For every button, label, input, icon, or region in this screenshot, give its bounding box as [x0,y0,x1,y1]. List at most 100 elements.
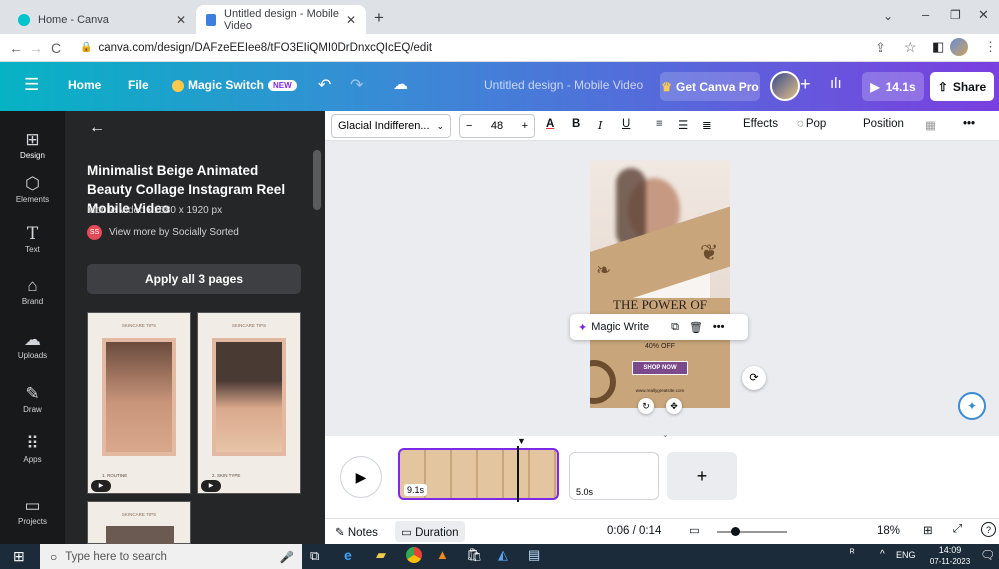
store-icon[interactable]: 🛍 [466,547,483,563]
move-handle-icon[interactable]: ✥ [666,398,682,414]
magic-switch-menu[interactable]: Magic Switch NEW [172,78,297,92]
back-icon[interactable]: ← [6,40,26,56]
design-cta[interactable]: SHOP NOW [632,361,688,375]
new-tab-icon[interactable]: + [374,8,384,28]
vlc-icon[interactable]: ▲ [436,547,449,562]
tray-chevron-icon[interactable]: ^ [880,549,885,560]
close-window-icon[interactable]: ✕ [978,7,989,23]
underline-icon[interactable]: U [622,118,630,130]
rail-item-projects[interactable]: ▭ Projects [0,495,65,526]
tab-search-icon[interactable]: ⌄ [883,9,893,23]
file-explorer-icon[interactable]: ▰ [376,547,386,563]
restore-icon[interactable]: ❐ [950,8,961,22]
zoom-slider-thumb[interactable] [731,527,740,536]
italic-icon[interactable]: I [598,118,603,132]
text-color-icon[interactable]: A [546,118,554,130]
increase-size-icon[interactable]: + [522,120,528,132]
decrease-size-icon[interactable]: − [466,120,472,132]
grid-view-icon[interactable]: ⊞ [923,523,933,537]
tab-home-canva[interactable]: Home - Canva ✕ [8,5,196,34]
template-page-thumb-3[interactable]: SKINCARE TIPS [87,501,191,545]
zoom-level[interactable]: 18% [877,525,900,537]
spacing-icon[interactable]: ≣ [702,118,712,132]
font-size-stepper[interactable]: − 48 + [459,114,535,138]
trash-icon[interactable]: 🗑 [689,321,703,334]
magic-assistant-icon[interactable]: ✦ [958,392,986,420]
close-tab-icon[interactable]: ✕ [346,13,356,27]
add-collaborator-icon[interactable]: + [800,74,811,95]
get-canva-pro-button[interactable]: ♛ Get Canva Pro [660,72,760,101]
cloud-saved-icon[interactable]: ☁ [393,75,408,93]
add-comment-icon[interactable]: ⟳ [742,366,766,390]
help-icon[interactable]: ? [981,522,996,537]
profile-avatar[interactable] [950,38,968,56]
pop-animation-button[interactable]: ◌ Pop [797,118,826,130]
rail-item-draw[interactable]: ✎ Draw [0,383,65,414]
undo-icon[interactable]: ↶ [318,75,331,95]
apply-all-pages-button[interactable]: Apply all 3 pages [87,264,301,294]
fullscreen-icon[interactable]: ⤢ [953,523,962,536]
design-page[interactable]: THE POWER OF 40% OFF SHOP NOW www.really… [590,160,730,408]
notepad-icon[interactable]: ▤ [528,547,540,563]
people-icon[interactable]: ᴿ [850,548,855,559]
design-headline[interactable]: THE POWER OF [590,297,730,313]
share-button[interactable]: ⇧ Share [930,72,994,101]
more-icon[interactable]: ••• [713,321,725,333]
rail-item-design[interactable]: ⊞ Design [0,129,65,160]
rail-item-apps[interactable]: ⠿ Apps [0,433,65,464]
duplicate-icon[interactable]: ⧉ [671,321,679,334]
file-menu[interactable]: File [128,78,149,92]
task-view-icon[interactable]: ⧉ [310,548,319,564]
font-family-dropdown[interactable]: Glacial Indifferen... ⌄ [331,114,451,138]
playhead-marker-icon[interactable]: ▼ [517,436,526,446]
microphone-icon[interactable]: 🎤 [280,550,294,564]
browser-menu-icon[interactable]: ⋮ [984,39,997,55]
play-preview-button[interactable]: ▶ 14.1s [862,72,924,101]
minimize-icon[interactable]: – [922,7,929,22]
timeline-clip-2[interactable]: 5.0s [569,452,659,500]
list-icon[interactable]: ☰ [678,118,688,132]
language-indicator[interactable]: ENG [896,550,916,560]
document-title[interactable]: Untitled design - Mobile Video [484,78,643,92]
playhead-line[interactable] [517,446,519,502]
user-avatar[interactable] [770,71,800,101]
insights-chart-icon[interactable]: ılı [830,75,842,92]
collapse-timeline-icon[interactable]: ⌄ [662,430,669,439]
page-view-icon[interactable]: ▭ [689,523,700,537]
rail-item-uploads[interactable]: ☁ Uploads [0,329,65,360]
magic-write-button[interactable]: Magic Write [591,321,649,333]
rotate-handle-icon[interactable]: ↻ [638,398,654,414]
chrome-icon[interactable] [406,547,422,563]
timeline-clip-1[interactable]: 9.1s [398,448,559,500]
bold-icon[interactable]: B [572,118,580,130]
align-center-icon[interactable]: ≡ [656,118,663,130]
back-arrow-icon[interactable]: ← [89,119,105,137]
more-options-icon[interactable]: ••• [963,118,975,130]
edge-icon[interactable]: e [344,547,352,563]
redo-icon[interactable]: ↷ [350,75,363,95]
panel-scrollbar[interactable] [313,150,321,210]
timeline-play-button[interactable]: ▶ [340,456,382,498]
rail-item-elements[interactable]: ⬡ Elements [0,173,65,204]
clock-date[interactable]: 07-11-2023 [924,557,976,566]
hamburger-menu-icon[interactable]: ☰ [24,75,39,95]
reload-icon[interactable]: C [46,40,66,56]
app-icon[interactable]: ◭ [498,547,508,563]
design-discount[interactable]: 40% OFF [590,343,730,350]
clock-time[interactable]: 14:09 [930,545,970,555]
bookmark-star-icon[interactable]: ☆ [904,39,917,56]
rail-item-text[interactable]: T Text [0,223,65,254]
view-more-link[interactable]: SS View more by Socially Sorted [87,225,239,240]
zoom-slider[interactable] [717,531,787,533]
effects-button[interactable]: Effects [743,118,778,130]
template-page-thumb-1[interactable]: SKINCARE TIPS 1. ROUTINE ▶ [87,312,191,494]
add-page-button[interactable]: + [667,452,737,500]
home-menu[interactable]: Home [68,78,101,92]
url-field[interactable]: 🔒 canva.com/design/DAFzeEEIee8/tFO3EIiQM… [80,42,432,54]
share-page-icon[interactable]: ⇪ [875,40,886,56]
rail-item-brand[interactable]: ⌂ Brand [0,275,65,306]
template-page-thumb-2[interactable]: SKINCARE TIPS 2. SKIN TYPE ▶ [197,312,301,494]
duration-button[interactable]: ▭ Duration [395,521,465,542]
close-tab-icon[interactable]: ✕ [176,13,186,27]
forward-icon[interactable]: → [26,40,46,56]
